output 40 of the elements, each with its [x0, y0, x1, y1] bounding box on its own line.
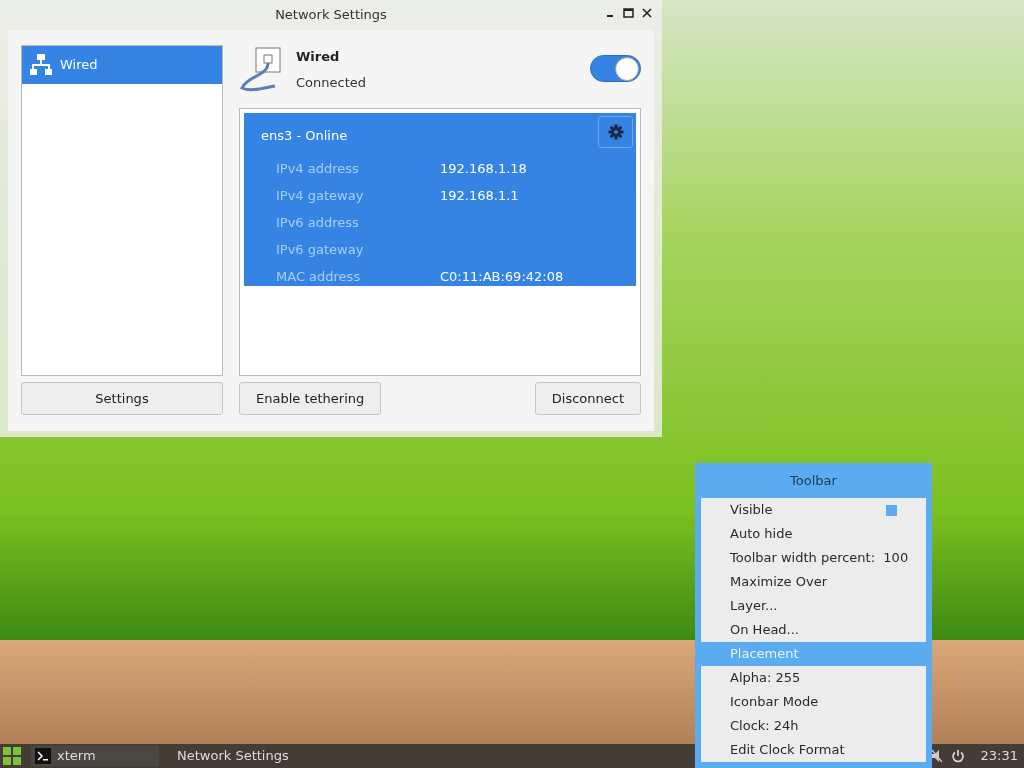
tethering-button[interactable]: Enable tethering [239, 382, 382, 415]
detail-label: IPv4 address [276, 159, 360, 178]
settings-button[interactable] [598, 116, 633, 148]
network-icon [30, 54, 52, 76]
menu-item[interactable]: On Head... [701, 618, 926, 642]
detail-label: IPv4 gateway [276, 186, 365, 205]
detail-value: 192.168.1.18 [440, 159, 527, 178]
clock: 23:31 [980, 747, 1018, 766]
menu-item[interactable]: Clock: 24h [701, 714, 926, 738]
menu-item[interactable]: Iconbar Mode [701, 690, 926, 714]
menu-item[interactable]: Auto hide [701, 522, 926, 546]
settings-button[interactable]: Settings [21, 382, 223, 415]
detail-label: IPv6 gateway [276, 240, 365, 259]
menu-item[interactable]: Alpha: 255 [701, 666, 926, 690]
menu-item[interactable]: Maximize Over [701, 570, 926, 594]
power-switch[interactable] [590, 55, 641, 82]
device-name: Wired [296, 48, 341, 66]
settings-icon [607, 124, 624, 140]
detail-value: C0:11:AB:69:42:08 [440, 267, 564, 286]
checkbox[interactable] [886, 504, 897, 516]
window-title: Network Settings [275, 6, 387, 25]
connection-title: ens3 - Online [261, 128, 348, 143]
device-status: Connected [296, 73, 366, 92]
disconnect-button[interactable]: Disconnect [534, 382, 641, 415]
close-icon[interactable] [642, 8, 652, 18]
menu-item[interactable]: Edit Clock Format [701, 738, 926, 762]
detail-value: 192.168.1.1 [440, 186, 519, 205]
maximize-icon[interactable] [623, 8, 634, 18]
menu-item[interactable]: Layer... [701, 594, 926, 618]
taskbar-button[interactable]: xterm [31, 746, 159, 766]
detail-label: IPv6 address [276, 213, 360, 232]
taskbar-button[interactable]: Network Settings [173, 746, 301, 766]
menu-item[interactable]: Toolbar width percent: 100 [701, 546, 926, 570]
menu-title: Toolbar [790, 471, 837, 490]
sidebar-item[interactable]: Wired [22, 46, 222, 84]
detail-label: MAC address [276, 267, 362, 286]
menu-item[interactable]: Visible [701, 498, 926, 522]
terminal-icon [35, 748, 51, 764]
app-menu-icon[interactable] [2, 746, 22, 766]
power-icon[interactable] [950, 749, 965, 763]
